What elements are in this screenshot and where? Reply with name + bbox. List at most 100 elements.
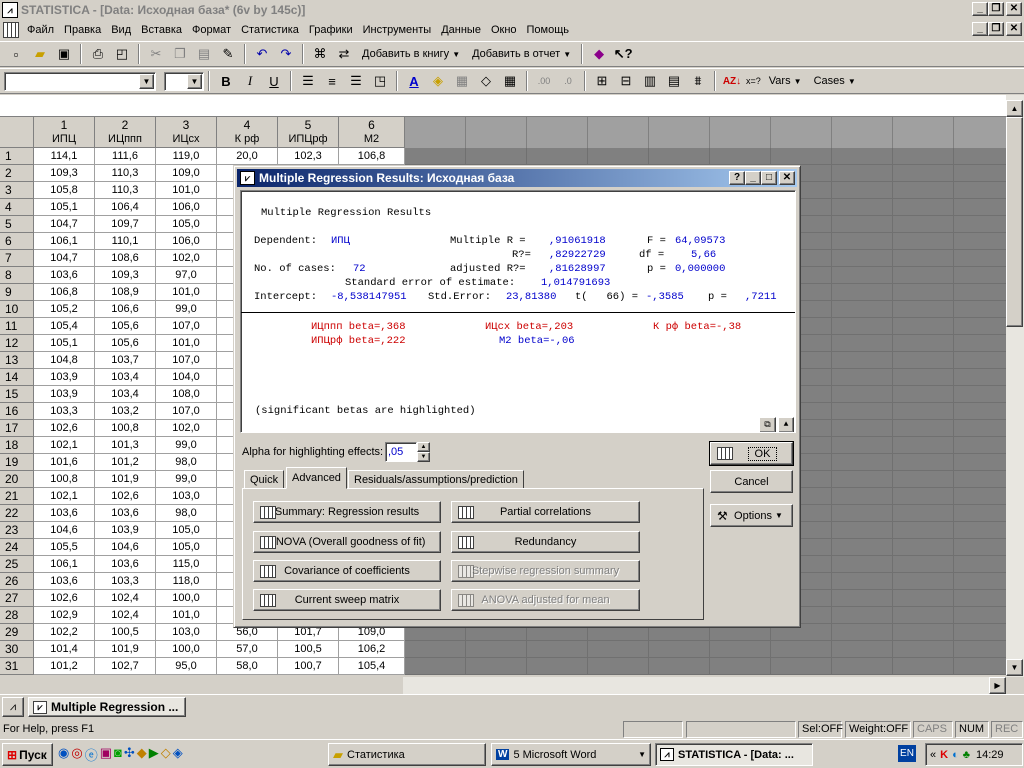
data-cell[interactable]: 106,1: [34, 233, 95, 250]
scroll-right-button[interactable]: ▶: [989, 677, 1006, 694]
data-cell[interactable]: 101,3: [95, 437, 156, 454]
data-cell[interactable]: 100,8: [95, 420, 156, 437]
summary-button[interactable]: Summary: Regression results: [253, 501, 441, 523]
data-cell[interactable]: 105,6: [95, 318, 156, 335]
tab-residuals[interactable]: Residuals/assumptions/prediction: [348, 470, 524, 489]
vertical-scrollbar[interactable]: ▲ ▼: [1006, 95, 1024, 677]
add-to-workbook-button[interactable]: Добавить в книгу ▼: [356, 48, 466, 60]
sweep-matrix-button[interactable]: Current sweep matrix: [253, 589, 441, 611]
alpha-down-button[interactable]: ▼: [417, 452, 430, 462]
data-cell[interactable]: 103,6: [34, 267, 95, 284]
data-cell[interactable]: 100,5: [95, 624, 156, 641]
data-cell[interactable]: 106,0: [156, 233, 217, 250]
data-cell[interactable]: 102,1: [34, 437, 95, 454]
tray-kaspersky-icon[interactable]: K: [940, 749, 948, 761]
quicklaunch-outlook-icon[interactable]: ▣: [100, 745, 112, 764]
row-header[interactable]: 7: [0, 250, 34, 267]
row-header[interactable]: 19: [0, 454, 34, 471]
data-cell[interactable]: 105,5: [34, 539, 95, 556]
data-cell[interactable]: 115,0: [156, 556, 217, 573]
spreadsheet-icon[interactable]: [3, 21, 19, 38]
data-cell[interactable]: 105,1: [34, 199, 95, 216]
minimize-button[interactable]: _: [972, 2, 988, 16]
row-header[interactable]: 23: [0, 522, 34, 539]
data-cell[interactable]: 100,7: [278, 658, 339, 675]
column-header[interactable]: 6 М2: [339, 117, 405, 148]
dialog-help-button[interactable]: ?: [729, 171, 745, 185]
format-painter-icon[interactable]: ✎: [217, 43, 239, 65]
cut-icon[interactable]: ✂: [145, 43, 167, 65]
data-cell[interactable]: 118,0: [156, 573, 217, 590]
data-cell[interactable]: 103,0: [156, 488, 217, 505]
data-cell[interactable]: 105,0: [156, 522, 217, 539]
quicklaunch-tool-icon[interactable]: ✣: [124, 745, 135, 764]
data-cell[interactable]: 100,0: [156, 590, 217, 607]
data-cell[interactable]: 109,0: [156, 165, 217, 182]
quicklaunch-desktop-icon[interactable]: ◉: [58, 745, 69, 764]
data-cell[interactable]: 106,8: [339, 148, 405, 165]
print-icon[interactable]: ⎙: [87, 43, 109, 65]
decimal-inc-icon[interactable]: .00: [533, 70, 555, 92]
row-header[interactable]: 27: [0, 590, 34, 607]
options-button[interactable]: ⚒ Options ▼: [710, 504, 793, 527]
row-header[interactable]: 21: [0, 488, 34, 505]
data-cell[interactable]: 102,4: [95, 607, 156, 624]
open-folder-icon[interactable]: ▰: [29, 43, 51, 65]
doc-minimize-button[interactable]: _: [972, 22, 988, 36]
redo-icon[interactable]: ↷: [275, 43, 297, 65]
data-cell[interactable]: 102,4: [95, 590, 156, 607]
align-left-icon[interactable]: ☰: [297, 70, 319, 92]
maximize-button[interactable]: ❐: [988, 2, 1004, 16]
data-cell[interactable]: 109,3: [34, 165, 95, 182]
data-cell[interactable]: 106,6: [95, 301, 156, 318]
tab-quick[interactable]: Quick: [244, 470, 285, 489]
data-cell[interactable]: 99,0: [156, 471, 217, 488]
data-cell[interactable]: 103,9: [34, 386, 95, 403]
menu-statistics[interactable]: Статистика: [236, 24, 304, 36]
cases-button[interactable]: Cases ▼: [808, 75, 862, 87]
menu-graphs[interactable]: Графики: [304, 24, 358, 36]
data-cell[interactable]: 111,6: [95, 148, 156, 165]
data-cell[interactable]: 102,6: [34, 420, 95, 437]
font-color-icon[interactable]: A: [403, 70, 425, 92]
stats-icon[interactable]: ▤: [663, 70, 685, 92]
data-cell[interactable]: 104,6: [34, 522, 95, 539]
data-cell[interactable]: 107,0: [156, 352, 217, 369]
menu-file[interactable]: Файл: [22, 24, 59, 36]
data-cell[interactable]: 101,0: [156, 182, 217, 199]
menu-help[interactable]: Помощь: [522, 24, 575, 36]
data-cell[interactable]: 108,9: [95, 284, 156, 301]
column-header[interactable]: 5 ИПЦрф: [278, 117, 339, 148]
data-cell[interactable]: 106,8: [34, 284, 95, 301]
data-cell[interactable]: 105,4: [339, 658, 405, 675]
data-cell[interactable]: 101,4: [34, 641, 95, 658]
row-header[interactable]: 13: [0, 352, 34, 369]
quicklaunch-ie-icon[interactable]: ⓔ: [85, 745, 98, 764]
data-cell[interactable]: 105,4: [34, 318, 95, 335]
data-cell[interactable]: 103,9: [95, 522, 156, 539]
data-cell[interactable]: 101,0: [156, 284, 217, 301]
border-icon[interactable]: ▦: [451, 70, 473, 92]
anova-button[interactable]: ANOVA (Overall goodness of fit): [253, 531, 441, 553]
data-cell[interactable]: 110,1: [95, 233, 156, 250]
data-cell[interactable]: 101,6: [34, 454, 95, 471]
data-cell[interactable]: 102,0: [156, 420, 217, 437]
dialog-maximize-button[interactable]: □: [761, 171, 777, 185]
row-header[interactable]: 10: [0, 301, 34, 318]
menu-view[interactable]: Вид: [106, 24, 136, 36]
data-cell[interactable]: 98,0: [156, 454, 217, 471]
data-cell[interactable]: 103,4: [95, 386, 156, 403]
data-cell[interactable]: 103,3: [34, 403, 95, 420]
row-header[interactable]: 30: [0, 641, 34, 658]
data-cell[interactable]: 57,0: [217, 641, 278, 658]
tray-sound-icon[interactable]: ◐: [952, 749, 959, 761]
data-cell[interactable]: 105,8: [34, 182, 95, 199]
row-header[interactable]: 14: [0, 369, 34, 386]
row-header[interactable]: 20: [0, 471, 34, 488]
alpha-input[interactable]: ,05: [385, 442, 417, 462]
data-cell[interactable]: 104,6: [95, 539, 156, 556]
graph-icon[interactable]: ⩩: [687, 70, 709, 92]
column-header[interactable]: 4К рф: [217, 117, 278, 148]
bold-icon[interactable]: B: [215, 70, 237, 92]
marking-icon[interactable]: ◇: [475, 70, 497, 92]
